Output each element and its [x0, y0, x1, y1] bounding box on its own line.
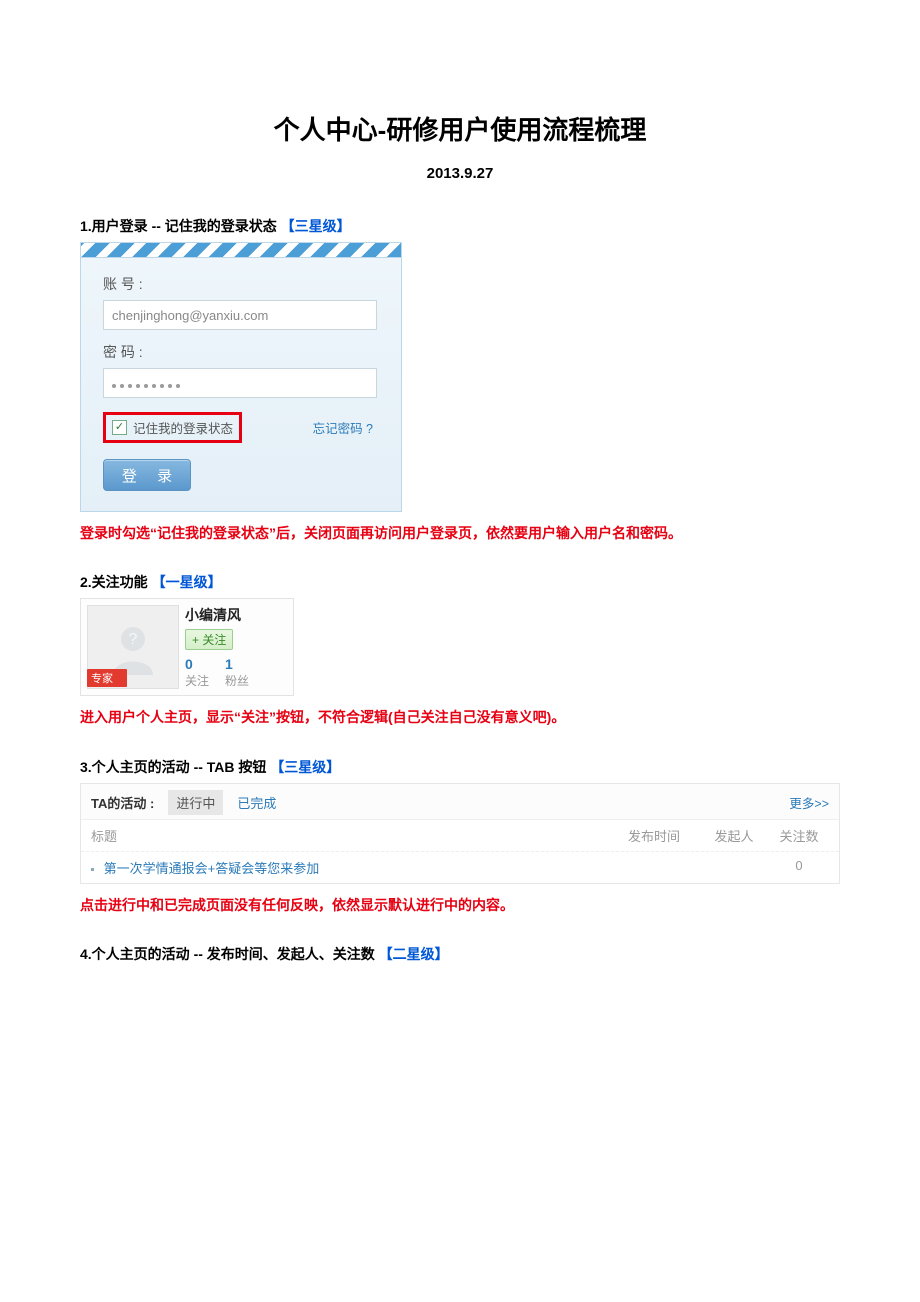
doc-date: 2013.9.27 — [80, 165, 840, 182]
activity-row-time — [609, 858, 699, 877]
account-input[interactable]: chenjinghong@yanxiu.com — [103, 300, 377, 330]
activity-tab-row: TA的活动 : 进行中 已完成 更多>> — [81, 784, 839, 820]
tab-completed[interactable]: 已完成 — [237, 793, 276, 812]
section2-prefix: 2.关注功能 — [80, 574, 148, 590]
password-input[interactable] — [103, 368, 377, 398]
password-label: 密 码 : — [103, 342, 379, 362]
col-follow-header: 关注数 — [769, 826, 829, 845]
fans-stat[interactable]: 1 粉丝 — [225, 656, 249, 689]
follow-label: 关注 — [185, 672, 209, 689]
profile-card: ? 专家 小编清风 + 关注 0 关注 1 粉丝 — [80, 598, 294, 696]
section1-note: 登录时勾选“记住我的登录状态”后，关闭页面再访问用户登录页，依然要用户输入用户名… — [80, 522, 840, 544]
section4-prefix: 4.个人主页的活动 -- 发布时间、发起人、关注数 — [80, 946, 375, 962]
remember-text: 记住我的登录状态 — [133, 418, 233, 437]
follow-count: 0 — [185, 656, 209, 672]
section3-prefix: 3.个人主页的活动 -- TAB 按钮 — [80, 759, 266, 775]
section4-level: 【二星级】 — [379, 946, 449, 962]
activity-row-title-text: 第一次学情通报会+答疑会等您来参加 — [104, 861, 320, 876]
follow-button[interactable]: + 关注 — [185, 629, 233, 650]
login-button[interactable]: 登 录 — [103, 459, 191, 491]
forgot-password-link[interactable]: 忘记密码 ? — [313, 418, 379, 437]
activity-row-owner — [699, 858, 769, 877]
col-title-header: 标题 — [91, 826, 609, 845]
bullet-icon — [91, 868, 94, 871]
section3-level: 【三星级】 — [270, 759, 340, 775]
activity-more-link[interactable]: 更多>> — [789, 793, 829, 812]
profile-name: 小编清风 — [185, 605, 287, 625]
col-owner-header: 发起人 — [699, 826, 769, 845]
tab-in-progress[interactable]: 进行中 — [168, 790, 223, 815]
section4-heading: 4.个人主页的活动 -- 发布时间、发起人、关注数 【二星级】 — [80, 944, 840, 964]
section1-prefix: 1.用户登录 -- 记住我的登录状态 — [80, 218, 277, 234]
login-decor-bar — [81, 243, 401, 258]
section2-heading: 2.关注功能 【一星级】 — [80, 572, 840, 592]
section2-level: 【一星级】 — [152, 574, 222, 590]
section1-level: 【三星级】 — [281, 218, 351, 234]
login-panel: 账 号 : chenjinghong@yanxiu.com 密 码 : ✓ 记住… — [80, 242, 402, 512]
activity-title: TA的活动 : — [91, 793, 154, 812]
fans-count: 1 — [225, 656, 249, 672]
fans-label: 粉丝 — [225, 672, 249, 689]
col-time-header: 发布时间 — [609, 826, 699, 845]
doc-title: 个人中心-研修用户使用流程梳理 — [80, 110, 840, 147]
avatar-icon: ? — [103, 617, 163, 677]
activity-row-title[interactable]: 第一次学情通报会+答疑会等您来参加 — [91, 858, 609, 877]
activity-block: TA的活动 : 进行中 已完成 更多>> 标题 发布时间 发起人 关注数 第一次… — [80, 783, 840, 884]
section1-heading: 1.用户登录 -- 记住我的登录状态 【三星级】 — [80, 216, 840, 236]
follow-stat[interactable]: 0 关注 — [185, 656, 209, 689]
section3-heading: 3.个人主页的活动 -- TAB 按钮 【三星级】 — [80, 757, 840, 777]
expert-badge: 专家 — [87, 669, 127, 687]
remember-highlight: ✓ 记住我的登录状态 — [103, 412, 242, 443]
activity-row: 第一次学情通报会+答疑会等您来参加 0 — [81, 851, 839, 883]
avatar-wrap: ? 专家 — [87, 605, 177, 689]
activity-header-row: 标题 发布时间 发起人 关注数 — [81, 820, 839, 851]
section2-note: 进入用户个人主页，显示“关注”按钮，不符合逻辑(自己关注自己没有意义吧)。 — [80, 706, 840, 728]
svg-text:?: ? — [129, 631, 138, 648]
remember-checkbox[interactable]: ✓ — [112, 420, 127, 435]
activity-row-follow: 0 — [769, 858, 829, 877]
account-label: 账 号 : — [103, 274, 379, 294]
section3-note: 点击进行中和已完成页面没有任何反映，依然显示默认进行中的内容。 — [80, 894, 840, 916]
